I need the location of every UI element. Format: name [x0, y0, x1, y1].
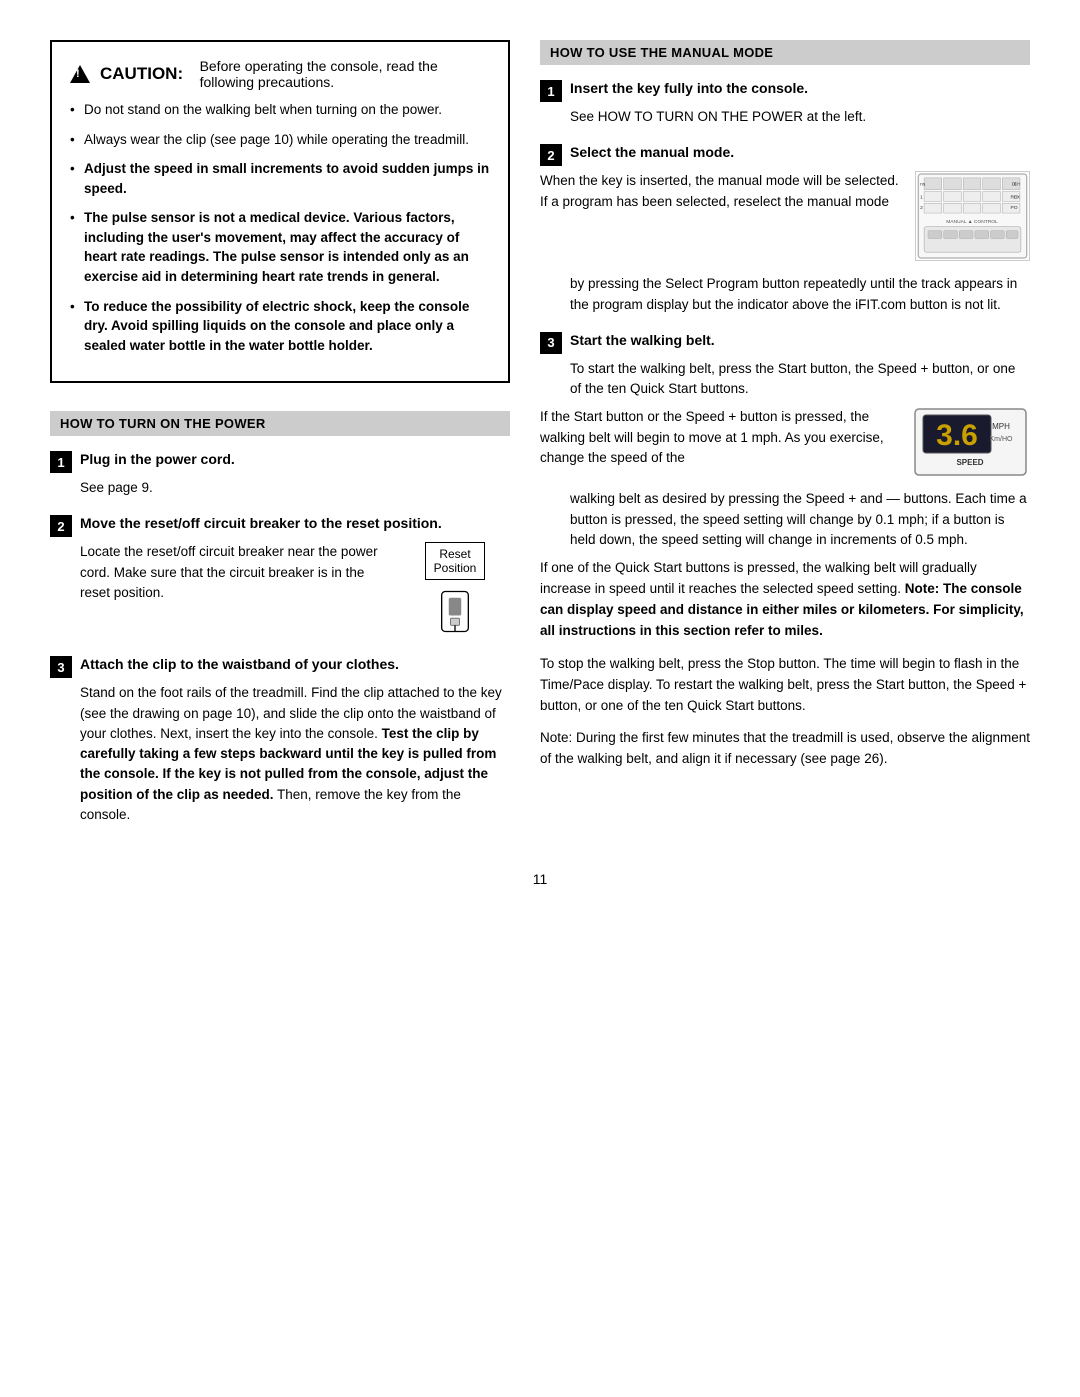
manual-section-header: HOW TO USE THE MANUAL MODE	[540, 40, 1030, 65]
step-1-body: See page 9.	[80, 478, 510, 498]
step-3-num: 3	[50, 656, 72, 678]
power-section: HOW TO TURN ON THE POWER 1 Plug in the p…	[50, 411, 510, 825]
step-1-title: Plug in the power cord.	[80, 450, 235, 469]
manual-step-3-title: Start the walking belt.	[570, 331, 715, 350]
svg-text:3.6: 3.6	[936, 419, 978, 452]
manual-step-2-title: Select the manual mode.	[570, 143, 734, 162]
left-column: CAUTION: Before operating the console, r…	[50, 40, 510, 841]
reset-svg-icon	[415, 584, 495, 639]
step-1-num: 1	[50, 451, 72, 473]
step-2-body: Locate the reset/off circuit breaker nea…	[80, 542, 386, 639]
caution-bullet-5: To reduce the possibility of electric sh…	[70, 297, 490, 356]
manual-step-3-num: 3	[540, 332, 562, 354]
power-step-1: 1 Plug in the power cord. See page 9.	[50, 450, 510, 498]
svg-text:MANUAL ▲ CONTROL: MANUAL ▲ CONTROL	[946, 219, 998, 225]
power-step-3: 3 Attach the clip to the waistband of yo…	[50, 655, 510, 825]
power-step-2: 2 Move the reset/off circuit breaker to …	[50, 514, 510, 639]
caution-bullet-4: The pulse sensor is not a medical device…	[70, 208, 490, 286]
caution-bullet-3: Adjust the speed in small increments to …	[70, 159, 490, 198]
caution-bullets: Do not stand on the walking belt when tu…	[70, 100, 490, 355]
step-2-title: Move the reset/off circuit breaker to th…	[80, 514, 442, 533]
speed-display-box: 3.6 MPH Km/HO SPEED	[910, 407, 1030, 477]
caution-bullet-1: Do not stand on the walking belt when tu…	[70, 100, 490, 120]
page-layout: CAUTION: Before operating the console, r…	[50, 40, 1030, 841]
caution-bullet-2: Always wear the clip (see page 10) while…	[70, 130, 490, 150]
console-diagram: Di RU PO ns 1 2 MANUAL ▲ CONTROL	[915, 171, 1030, 264]
manual-step-2-num: 2	[540, 144, 562, 166]
manual-step-3-body3: If one of the Quick Start buttons is pre…	[540, 558, 1030, 642]
manual-step-2-body-cont: by pressing the Select Program button re…	[570, 274, 1030, 315]
manual-step-2-content: When the key is inserted, the manual mod…	[540, 171, 1030, 264]
svg-text:PO: PO	[1011, 205, 1018, 211]
manual-section: HOW TO USE THE MANUAL MODE 1 Insert the …	[540, 40, 1030, 770]
caution-title: CAUTION: Before operating the console, r…	[70, 58, 490, 90]
svg-text:2: 2	[920, 205, 923, 211]
manual-step-1-body: See HOW TO TURN ON THE POWER at the left…	[570, 107, 1030, 127]
caution-title-text: CAUTION:	[100, 64, 183, 84]
manual-step-3-body4: To stop the walking belt, press the Stop…	[540, 654, 1030, 717]
svg-text:1: 1	[920, 195, 923, 201]
manual-step-1-num: 1	[540, 80, 562, 102]
manual-step-2-text: When the key is inserted, the manual mod…	[540, 171, 901, 264]
manual-step-3-body2: walking belt as desired by pressing the …	[570, 489, 1030, 550]
svg-text:ns: ns	[920, 183, 926, 188]
svg-text:MPH: MPH	[992, 422, 1010, 431]
manual-step-1-title: Insert the key fully into the console.	[570, 79, 808, 98]
manual-step-3: 3 Start the walking belt. To start the w…	[540, 331, 1030, 771]
svg-text:CH: CH	[1014, 182, 1020, 187]
step-3-body: Stand on the foot rails of the treadmill…	[80, 683, 510, 825]
caution-triangle-icon	[70, 65, 90, 83]
manual-step-1: 1 Insert the key fully into the console.…	[540, 79, 1030, 127]
page-number: 11	[50, 871, 1030, 887]
step-2-num: 2	[50, 515, 72, 537]
reset-diagram: ResetPosition	[400, 542, 510, 639]
console-svg-icon: Di RU PO ns 1 2 MANUAL ▲ CONTROL	[915, 171, 1030, 261]
speed-display-svg: 3.6 MPH Km/HO SPEED	[913, 407, 1028, 477]
manual-step-3-body5: Note: During the first few minutes that …	[540, 728, 1030, 770]
svg-text:Km/HO: Km/HO	[989, 436, 1013, 443]
caution-box: CAUTION: Before operating the console, r…	[50, 40, 510, 383]
svg-text:EX: EX	[1014, 195, 1020, 200]
power-section-header: HOW TO TURN ON THE POWER	[50, 411, 510, 436]
reset-label: ResetPosition	[425, 542, 486, 580]
step-3-title: Attach the clip to the waistband of your…	[80, 655, 399, 674]
manual-step-2: 2 Select the manual mode. When the key i…	[540, 143, 1030, 315]
svg-text:SPEED: SPEED	[956, 458, 983, 467]
manual-step-3-body1: To start the walking belt, press the Sta…	[570, 359, 1030, 400]
speed-diagram-row: If the Start button or the Speed + butto…	[540, 407, 1030, 477]
step-2-content: Locate the reset/off circuit breaker nea…	[80, 542, 510, 639]
right-column: HOW TO USE THE MANUAL MODE 1 Insert the …	[540, 40, 1030, 841]
speed-diagram-text: If the Start button or the Speed + butto…	[540, 407, 896, 477]
